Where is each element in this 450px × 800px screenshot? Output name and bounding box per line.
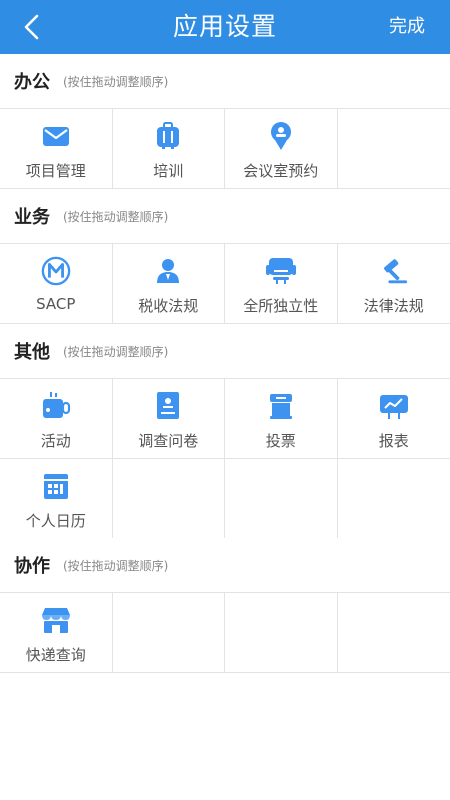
app-tile-label: 报表	[378, 432, 409, 450]
done-button[interactable]: 完成	[389, 0, 425, 54]
section-header-business: 业务 (按住拖动调整顺序)	[0, 189, 450, 243]
app-tile-label: 个人日历	[25, 512, 86, 530]
app-tile-label: 法律法规	[363, 297, 424, 315]
page-title: 应用设置	[172, 12, 277, 41]
app-tile-calendar[interactable]: 个人日历	[0, 459, 113, 538]
app-tile-express-tracking[interactable]: 快递查询	[0, 593, 113, 672]
section-grid-collaboration: 快递查询	[0, 592, 450, 673]
app-tile-label: 调查问卷	[138, 432, 199, 450]
app-tile-meeting-room[interactable]: 会议室预约	[225, 109, 338, 188]
badge-icon	[266, 121, 296, 151]
section-hint: (按住拖动调整顺序)	[63, 74, 169, 89]
gavel-icon	[379, 256, 409, 286]
empty-slot	[113, 593, 225, 672]
section-grid-business: SACP 税收法规 全所独立性 法律法规	[0, 243, 450, 324]
section-title: 办公	[14, 72, 50, 93]
section-header-office: 办公 (按住拖动调整顺序)	[0, 54, 450, 108]
app-tile-laws[interactable]: 法律法规	[338, 244, 450, 323]
header-bar: 应用设置 完成	[0, 0, 450, 54]
empty-slot	[338, 593, 450, 672]
chart-board-icon	[379, 391, 409, 421]
section-hint: (按住拖动调整顺序)	[63, 209, 169, 224]
notebook-icon	[153, 391, 183, 421]
app-tile-report[interactable]: 报表	[338, 379, 450, 458]
app-tile-label: SACP	[36, 295, 76, 313]
empty-slot	[338, 109, 450, 188]
app-tile-label: 投票	[265, 432, 296, 450]
section-hint: (按住拖动调整顺序)	[63, 344, 169, 359]
section-title: 协作	[14, 556, 50, 577]
app-tile-label: 活动	[40, 432, 71, 450]
person-icon	[153, 256, 183, 286]
shop-icon	[41, 605, 71, 635]
empty-slot	[225, 593, 338, 672]
app-tile-label: 项目管理	[25, 162, 86, 180]
chair-icon	[265, 256, 296, 286]
section-grid-other: 活动 调查问卷 投票 报表 个人日历	[0, 378, 450, 539]
section-grid-office: 项目管理 培训 会议室预约	[0, 108, 450, 189]
section-hint: (按住拖动调整顺序)	[63, 558, 169, 573]
app-tile-label: 全所独立性	[243, 297, 319, 315]
app-tile-independence[interactable]: 全所独立性	[225, 244, 338, 323]
app-tile-label: 会议室预约	[243, 162, 319, 180]
app-tile-project-management[interactable]: 项目管理	[0, 109, 113, 188]
app-tile-label: 培训	[153, 162, 184, 180]
app-tile-activity[interactable]: 活动	[0, 379, 113, 458]
app-tile-tax-regulations[interactable]: 税收法规	[113, 244, 225, 323]
app-tile-training[interactable]: 培训	[113, 109, 225, 188]
app-tile-vote[interactable]: 投票	[225, 379, 338, 458]
empty-slot	[338, 459, 450, 538]
section-title: 业务	[14, 207, 50, 228]
section-header-other: 其他 (按住拖动调整顺序)	[0, 324, 450, 378]
app-tile-survey[interactable]: 调查问卷	[113, 379, 225, 458]
ballot-box-icon	[266, 391, 296, 421]
suitcase-icon	[153, 121, 183, 151]
section-header-collaboration: 协作 (按住拖动调整顺序)	[0, 538, 450, 592]
app-tile-label: 快递查询	[25, 646, 86, 664]
empty-slot	[113, 459, 225, 538]
app-tile-sacp[interactable]: SACP	[0, 244, 113, 323]
section-title: 其他	[14, 342, 50, 363]
cup-icon	[41, 391, 71, 421]
app-tile-label: 税收法规	[138, 297, 199, 315]
mail-icon	[41, 121, 71, 151]
empty-slot	[225, 459, 338, 538]
calendar-icon	[41, 471, 71, 501]
m-circle-icon	[41, 256, 71, 286]
